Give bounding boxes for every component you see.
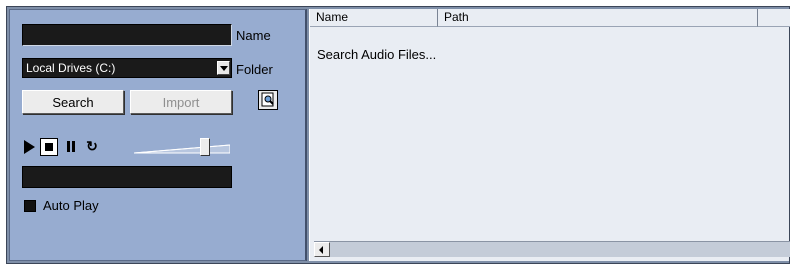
volume-slider-thumb[interactable] xyxy=(200,138,210,156)
search-controls-panel: Name Local Drives (C:) Folder Search Imp… xyxy=(9,9,307,261)
column-header-name[interactable]: Name xyxy=(310,9,438,27)
stop-icon[interactable] xyxy=(40,138,58,156)
folder-select-value: Local Drives (C:) xyxy=(26,61,116,75)
auto-play-checkbox[interactable] xyxy=(24,200,36,212)
chevron-down-icon[interactable] xyxy=(217,61,230,75)
scroll-left-icon[interactable] xyxy=(314,242,330,257)
results-list: Name Path Search Audio Files... xyxy=(309,9,790,261)
folder-select[interactable]: Local Drives (C:) xyxy=(22,58,232,78)
column-header-empty xyxy=(758,9,790,27)
auto-play-label: Auto Play xyxy=(43,198,99,213)
play-icon[interactable] xyxy=(24,140,35,154)
column-header-path[interactable]: Path xyxy=(438,9,758,27)
folder-label: Folder xyxy=(236,62,273,77)
position-display xyxy=(22,166,232,188)
search-audio-panel: Name Local Drives (C:) Folder Search Imp… xyxy=(6,6,790,264)
find-file-icon[interactable] xyxy=(258,90,278,110)
import-button[interactable]: Import xyxy=(130,90,232,114)
name-label: Name xyxy=(236,28,271,43)
search-button[interactable]: Search xyxy=(22,90,124,114)
pause-icon[interactable] xyxy=(66,141,76,152)
results-status: Search Audio Files... xyxy=(317,47,437,62)
volume-slider[interactable] xyxy=(134,144,230,154)
loop-icon[interactable]: ↻ xyxy=(84,138,100,154)
horizontal-scrollbar[interactable] xyxy=(314,241,790,257)
name-input[interactable] xyxy=(22,24,232,46)
